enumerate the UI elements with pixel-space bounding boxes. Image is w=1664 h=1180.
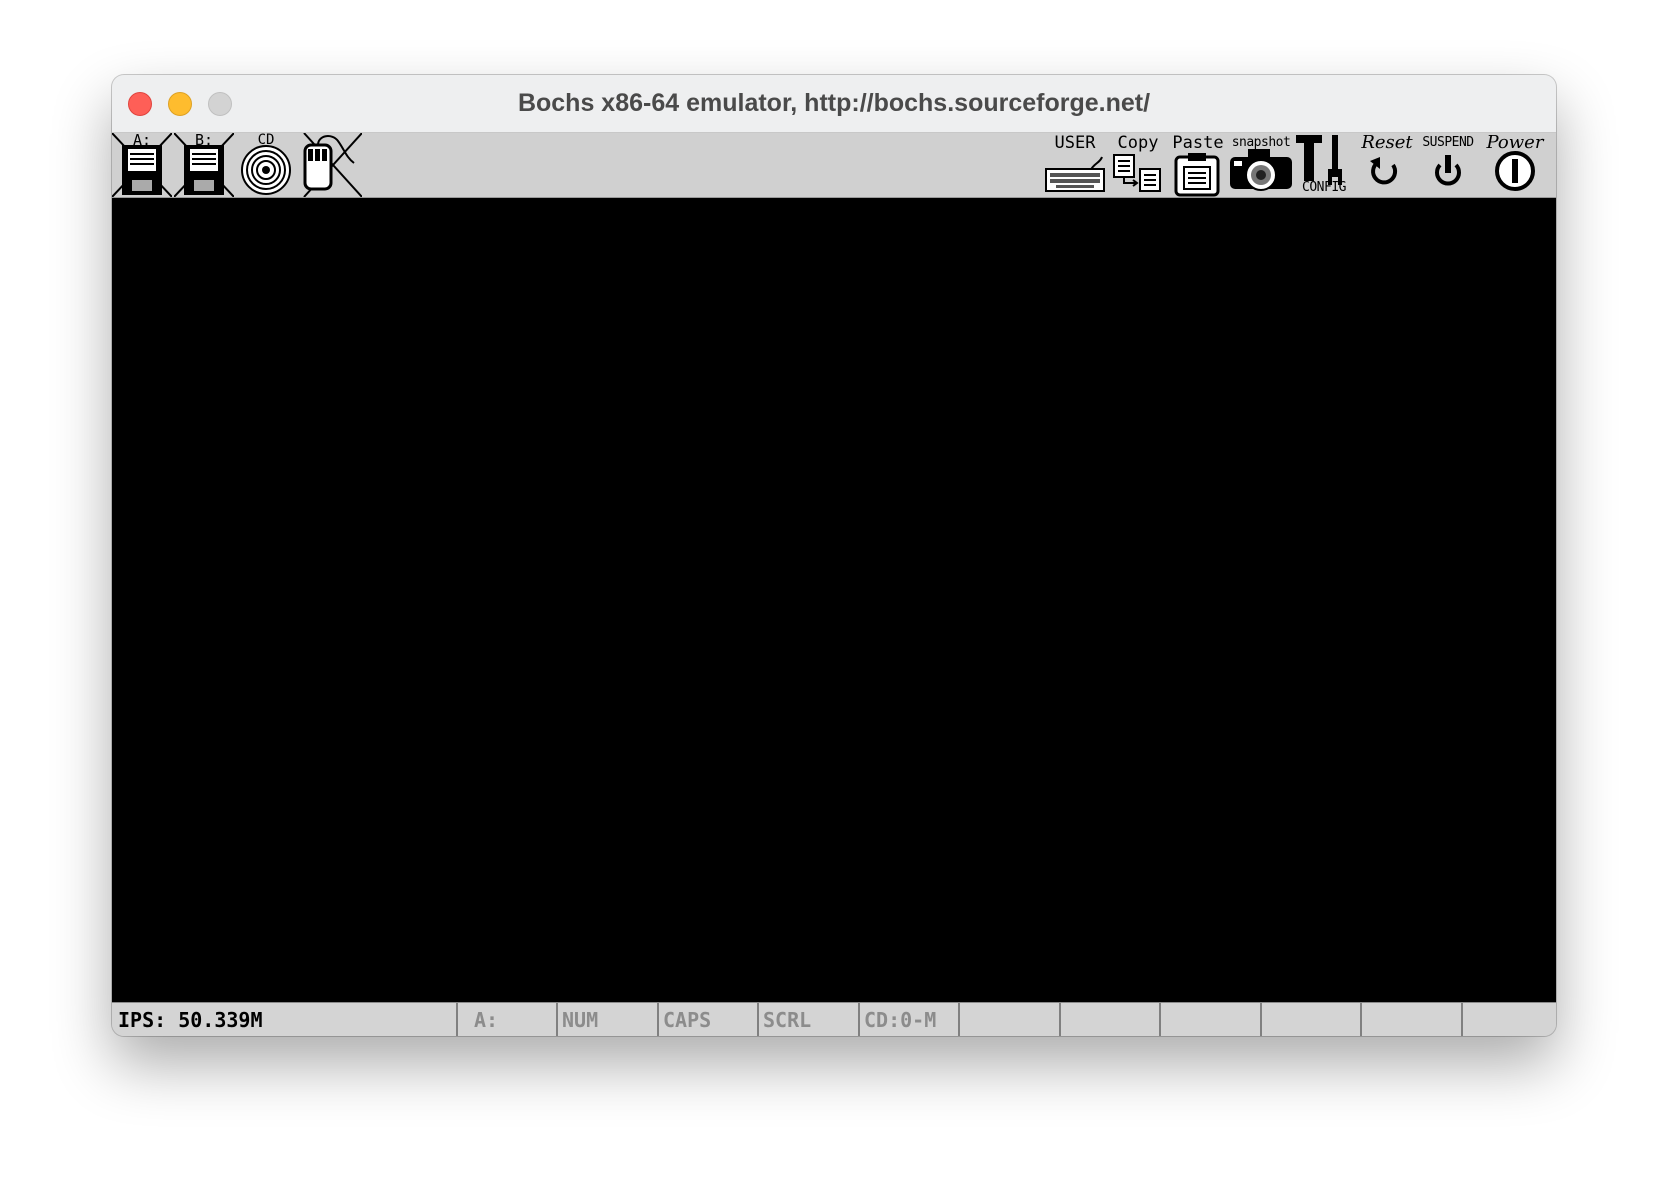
title-bar[interactable]: Bochs x86-64 emulator, http://bochs.sour… xyxy=(112,75,1556,133)
floppy-b-button[interactable]: B: xyxy=(174,133,234,197)
floppy-b-label: B: xyxy=(194,131,214,149)
user-button[interactable]: USER xyxy=(1044,133,1106,197)
clipboard-icon xyxy=(1174,153,1220,197)
camera-icon xyxy=(1230,149,1292,191)
status-slot xyxy=(958,1003,1059,1036)
snapshot-button[interactable]: snapshot xyxy=(1228,133,1294,197)
window-title: Bochs x86-64 emulator, http://bochs.sour… xyxy=(517,89,1151,117)
copy-button[interactable]: Copy xyxy=(1110,133,1166,197)
status-cd: CD:0-M xyxy=(858,1003,958,1036)
emulator-display[interactable] xyxy=(112,198,1556,1002)
config-button[interactable]: CONFIG xyxy=(1294,133,1354,197)
bochs-window: Bochs x86-64 emulator, http://bochs.sour… xyxy=(112,75,1556,1036)
config-label: CONFIG xyxy=(1302,180,1346,195)
status-slot xyxy=(1360,1003,1461,1036)
suspend-button[interactable]: SUSPEND xyxy=(1418,133,1478,197)
toolbar: A: B: CD USER Copy Paste snapshot CONFIG… xyxy=(112,133,1556,198)
status-caps: CAPS xyxy=(657,1003,757,1036)
power-icon xyxy=(1495,151,1535,191)
status-slot xyxy=(1159,1003,1260,1036)
suspend-icon xyxy=(1435,155,1461,186)
cdrom-button[interactable]: CD xyxy=(236,133,296,197)
status-bar: IPS: 50.339M A: NUM CAPS SCRL CD:0-M xyxy=(112,1002,1556,1036)
status-scrl: SCRL xyxy=(757,1003,858,1036)
status-slot xyxy=(1461,1003,1556,1036)
ips-readout: IPS: 50.339M xyxy=(118,1008,263,1032)
reset-icon xyxy=(1370,157,1398,185)
copy-icon xyxy=(1113,154,1161,192)
status-floppy-a: A: xyxy=(456,1003,556,1036)
paste-button[interactable]: Paste xyxy=(1172,133,1224,197)
reset-button[interactable]: Reset xyxy=(1356,133,1418,197)
power-button[interactable]: Power xyxy=(1480,133,1550,197)
status-num: NUM xyxy=(556,1003,657,1036)
cdrom-label: CD xyxy=(257,132,275,148)
keyboard-icon xyxy=(1045,156,1105,192)
status-slot xyxy=(1260,1003,1360,1036)
floppy-a-label: A: xyxy=(132,131,152,149)
mouse-button[interactable] xyxy=(298,133,362,197)
floppy-a-button[interactable]: A: xyxy=(112,133,172,197)
status-slot xyxy=(1059,1003,1159,1036)
mouse-icon xyxy=(303,133,362,197)
